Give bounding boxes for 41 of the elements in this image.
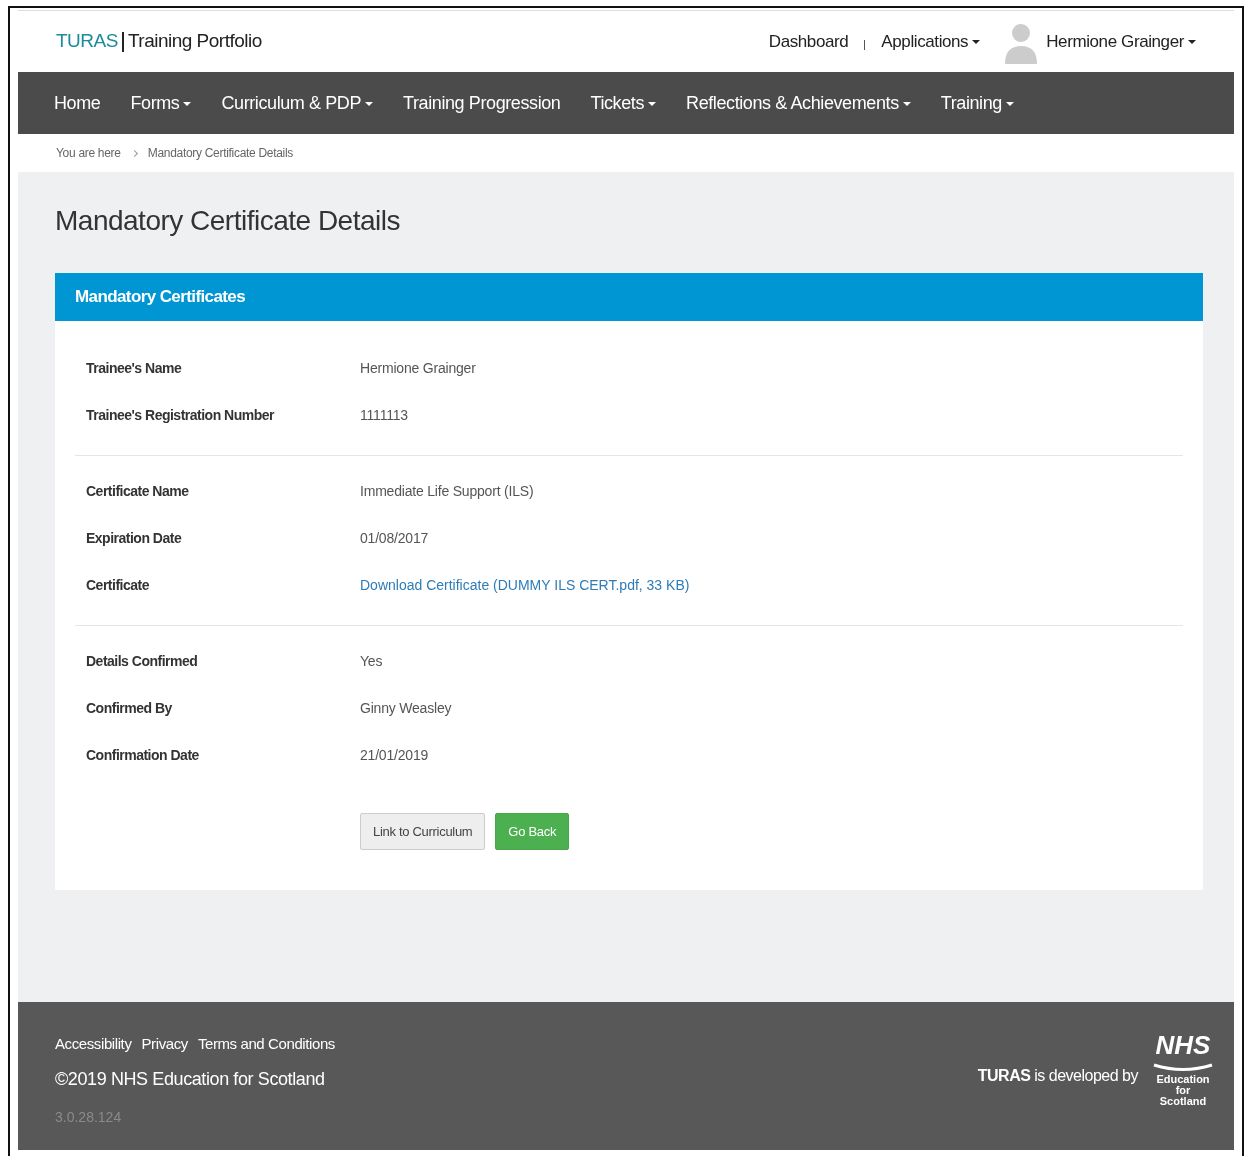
download-link[interactable]: Download Certificate (DUMMY ILS CERT.pdf, 33 KB) bbox=[360, 574, 690, 596]
field-label: Certificate Name bbox=[86, 481, 190, 501]
field-value: 21/01/2019 bbox=[360, 745, 429, 765]
field-label: Expiration Date bbox=[86, 528, 183, 548]
page-title: Mandatory Certificate Details bbox=[55, 204, 401, 238]
nav-link[interactable]: Training bbox=[940, 89, 1014, 117]
nav-link[interactable]: Forms bbox=[130, 89, 192, 117]
panel-header: Mandatory Certificates bbox=[55, 272, 1203, 321]
top-link[interactable]: Dashboard bbox=[768, 28, 849, 55]
nav-link[interactable]: Training Progression bbox=[403, 89, 561, 117]
credit-text: TURAS is developed by bbox=[977, 1066, 1138, 1086]
field-value: 1111113 bbox=[360, 405, 408, 425]
field-value: Hermione Grainger bbox=[360, 358, 476, 378]
top-link[interactable]: Applications bbox=[881, 28, 981, 55]
nav-link[interactable]: Home bbox=[54, 89, 101, 117]
nav-link[interactable]: Curriculum & PDP bbox=[221, 89, 374, 117]
footer-link[interactable]: Terms and Conditions bbox=[197, 1035, 335, 1052]
copyright-text: ©2019 NHS Education for Scotland bbox=[55, 1068, 326, 1091]
field-value: Immediate Life Support (ILS) bbox=[360, 481, 534, 501]
breadcrumb-label: You are here bbox=[56, 145, 121, 162]
nav-link[interactable]: Tickets bbox=[590, 89, 657, 117]
product-name: Training Portfolio bbox=[127, 29, 262, 54]
brand-logo[interactable]: TURAS bbox=[56, 27, 118, 56]
field-label: Trainee's Registration Number bbox=[86, 405, 276, 425]
field-value: 01/08/2017 bbox=[360, 528, 429, 548]
field-label: Confirmation Date bbox=[86, 745, 200, 765]
breadcrumb-item: Mandatory Certificate Details bbox=[147, 145, 294, 162]
field-value: Yes bbox=[360, 651, 383, 671]
footer-link[interactable]: Accessibility bbox=[55, 1035, 132, 1052]
user-menu[interactable]: Hermione Grainger bbox=[1046, 28, 1196, 55]
field-value: Ginny Weasley bbox=[360, 698, 452, 718]
footer-link[interactable]: Privacy bbox=[141, 1035, 188, 1052]
link-button[interactable]: Link to Curriculum bbox=[360, 812, 486, 851]
field-label: Certificate bbox=[86, 575, 150, 595]
divider bbox=[864, 39, 866, 50]
divider bbox=[121, 31, 124, 52]
field-label: Details Confirmed bbox=[86, 651, 199, 671]
field-label: Confirmed By bbox=[86, 698, 173, 718]
field-label: Trainee's Name bbox=[86, 358, 183, 378]
nav-link[interactable]: Reflections & Achievements bbox=[686, 89, 911, 117]
nhs-logo: NHS Education for Scotland bbox=[1152, 1032, 1214, 1107]
